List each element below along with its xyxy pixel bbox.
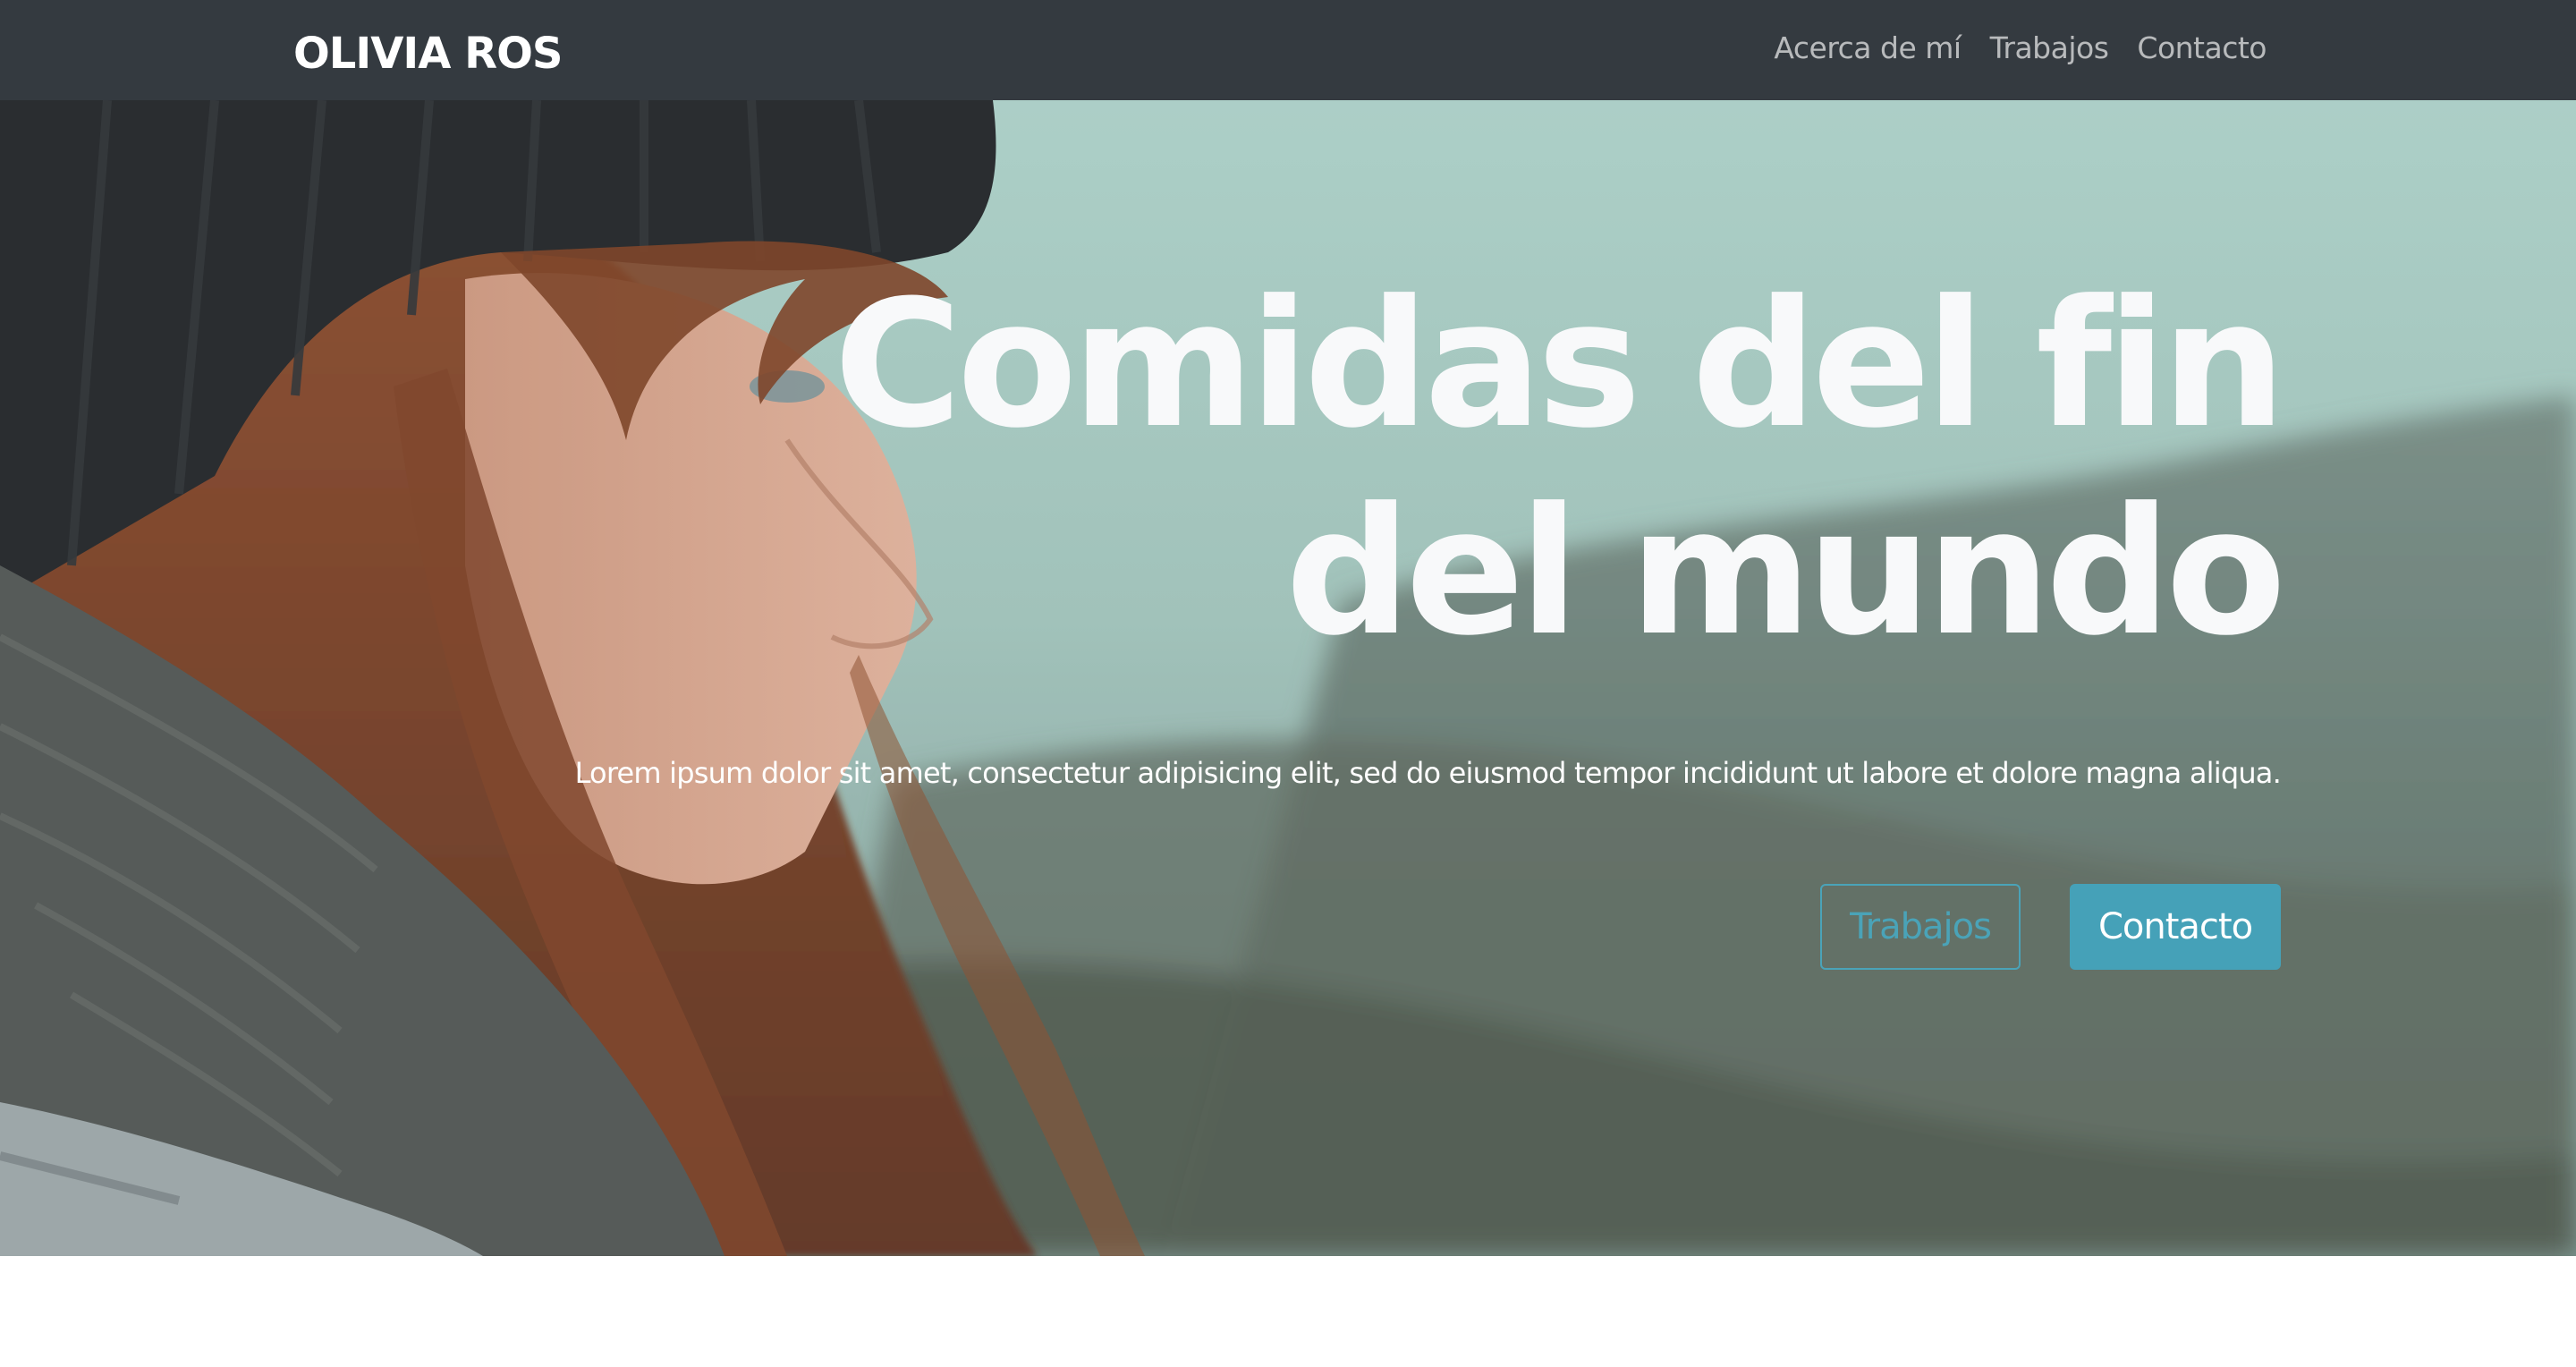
contacto-button[interactable]: Contacto xyxy=(2070,884,2281,970)
hero-lead-text: Lorem ipsum dolor sit amet, consectetur … xyxy=(574,756,2282,790)
trabajos-button[interactable]: Trabajos xyxy=(1820,884,2021,970)
hero-title: Comidas del fin del mundo xyxy=(833,263,2286,675)
nav-link-trabajos[interactable]: Trabajos xyxy=(1990,25,2109,72)
nav-link-contacto[interactable]: Contacto xyxy=(2137,25,2267,72)
brand-logo[interactable]: OLIVIA ROS xyxy=(293,27,563,81)
hero-section: Comidas del fin del mundo Lorem ipsum do… xyxy=(0,100,2576,1256)
navbar: OLIVIA ROS Acerca de mí Trabajos Contact… xyxy=(0,0,2576,100)
nav-links: Acerca de mí Trabajos Contacto xyxy=(1774,25,2267,72)
nav-link-acerca[interactable]: Acerca de mí xyxy=(1774,25,1962,72)
